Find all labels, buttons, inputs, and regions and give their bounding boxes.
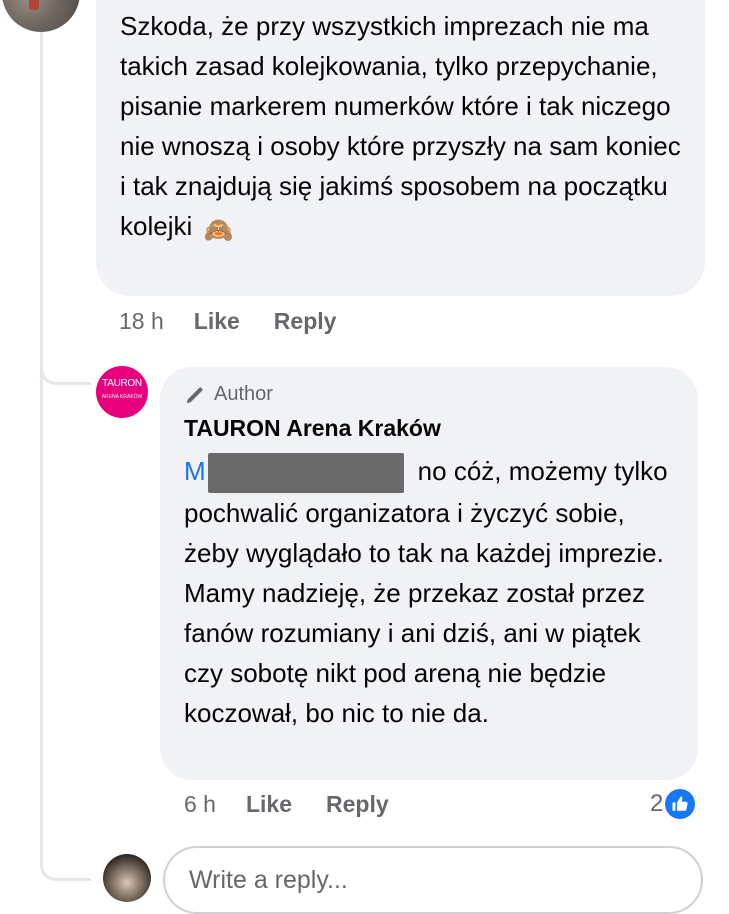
reaction-count: 2: [650, 790, 664, 817]
reply-actions: 6 h Like Reply: [184, 791, 423, 818]
reply-button[interactable]: Reply: [326, 791, 389, 818]
reply-input[interactable]: [163, 846, 703, 914]
thread-connector: [40, 832, 91, 881]
comment-timestamp[interactable]: 18 h: [119, 308, 164, 335]
author-avatar[interactable]: TAURON ARENA KRAKÓW: [96, 366, 148, 418]
current-user-avatar: [103, 854, 151, 902]
author-badge-label: Author: [214, 383, 273, 405]
comment-actions: 18 h Like Reply: [119, 308, 370, 335]
reply-text: Mno cóż, możemy tylko pochwalić organiza…: [184, 451, 684, 733]
like-button[interactable]: Like: [194, 308, 240, 335]
see-no-evil-monkey-emoji: 🙈: [203, 217, 234, 244]
thumbs-up-icon: [665, 789, 696, 819]
comment-text: Szkoda, że przy wszystkich imprezach nie…: [120, 6, 690, 251]
reply-bubble: Author TAURON Arena Kraków Mno cóż, może…: [160, 367, 698, 780]
commenter-avatar[interactable]: [2, 0, 80, 32]
author-name[interactable]: TAURON Arena Kraków: [184, 415, 441, 442]
thread-line: [40, 0, 43, 845]
reaction-summary[interactable]: 2: [650, 789, 696, 819]
redacted-name-block: [207, 453, 404, 493]
reply-timestamp[interactable]: 6 h: [184, 791, 216, 818]
author-badge: Author: [184, 383, 273, 406]
avatar-logo-subtext: ARENA KRAKÓW: [101, 394, 143, 400]
mention-link[interactable]: M: [184, 456, 206, 486]
comment-bubble: Szkoda, że przy wszystkich imprezach nie…: [96, 0, 705, 296]
reply-button[interactable]: Reply: [274, 308, 337, 335]
avatar-logo-text: TAURON: [102, 378, 142, 389]
avatar-figure: [29, 0, 39, 10]
pen-icon: [186, 387, 203, 403]
thread-connector: [40, 352, 91, 385]
like-button[interactable]: Like: [246, 791, 292, 818]
